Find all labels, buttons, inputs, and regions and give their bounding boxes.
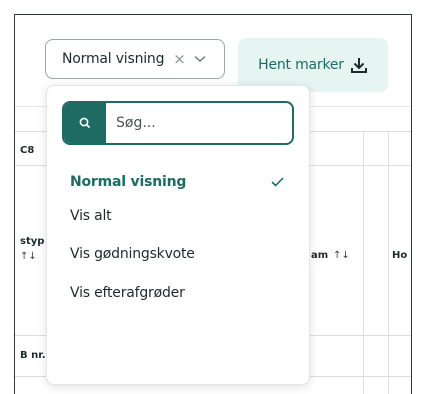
- sort-icon[interactable]: ↑↓: [20, 251, 37, 262]
- dropdown-search[interactable]: [62, 101, 294, 145]
- option-vis-godningskvote[interactable]: Vis gødningskvote: [70, 246, 195, 262]
- frame-top-border: [14, 14, 412, 15]
- clear-icon[interactable]: ×: [173, 51, 186, 67]
- view-select[interactable]: Normal visning ×: [45, 39, 225, 79]
- sort-icon[interactable]: ↑↓: [333, 250, 350, 261]
- table-col-rule: [363, 131, 364, 394]
- option-vis-alt[interactable]: Vis alt: [70, 208, 112, 224]
- table-header-ho[interactable]: Ho: [392, 250, 407, 261]
- view-select-value: Normal visning: [62, 51, 165, 67]
- chevron-down-icon[interactable]: [194, 55, 206, 63]
- frame-right-border: [411, 14, 412, 394]
- download-icon: [350, 56, 368, 74]
- table-col-rule: [388, 131, 389, 394]
- table-header-c8: C8: [20, 145, 35, 156]
- search-input[interactable]: [106, 103, 288, 143]
- option-vis-efterafgroder[interactable]: Vis efterafgrøder: [70, 285, 185, 301]
- table-cell-b-nr: B nr.: [20, 350, 46, 361]
- check-icon: [271, 172, 284, 191]
- fetch-fields-button[interactable]: Hent marker: [238, 38, 388, 92]
- option-normal-visning[interactable]: Normal visning: [70, 174, 186, 190]
- search-icon: [64, 103, 106, 143]
- fetch-fields-label: Hent marker: [258, 57, 344, 73]
- view-dropdown-menu: Normal visning Vis alt Vis gødningskvote…: [46, 85, 310, 385]
- table-header-am[interactable]: am: [311, 250, 328, 261]
- table-header-styp[interactable]: styp: [20, 236, 44, 247]
